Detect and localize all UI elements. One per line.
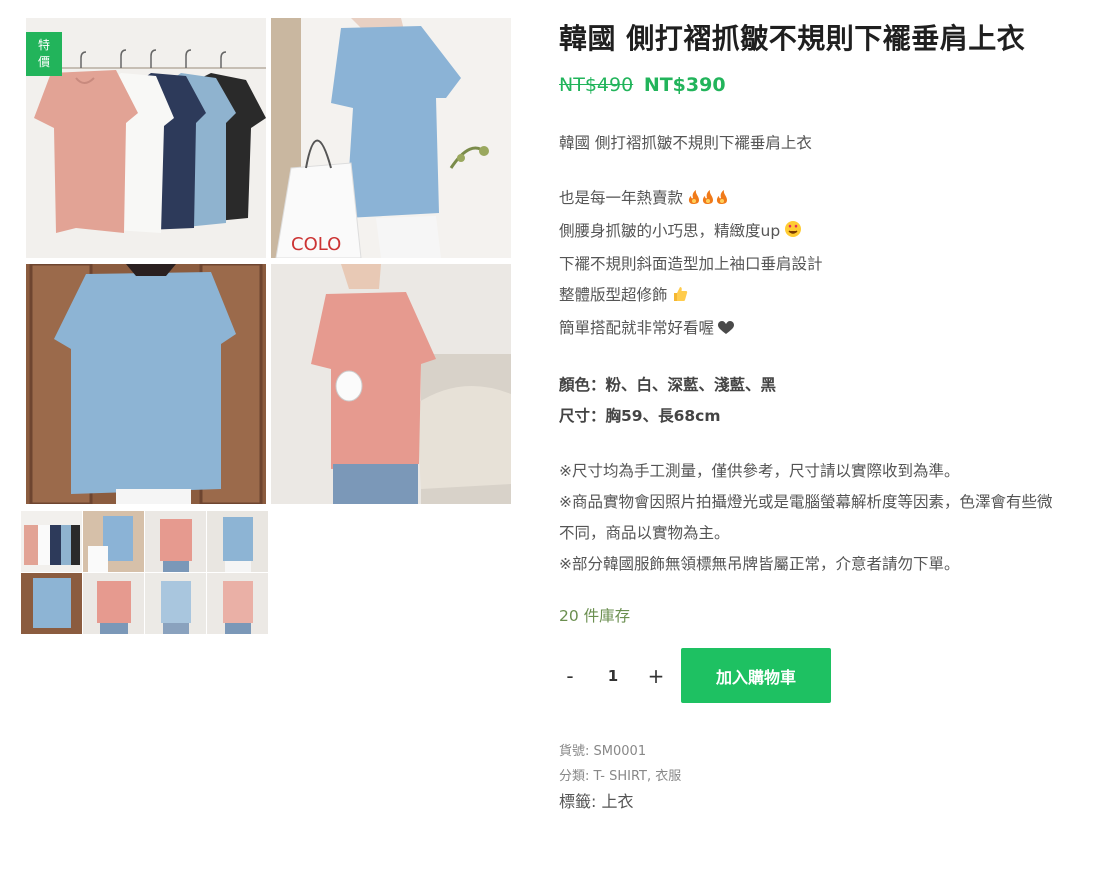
category-row: 分類: T- SHIRT, 衣服 <box>559 764 1059 789</box>
tag-link[interactable]: 上衣 <box>602 792 634 811</box>
product-title: 韓國 側打褶抓皺不規則下襬垂肩上衣 <box>559 22 1026 55</box>
sale-badge-line-1: 特 <box>37 38 50 52</box>
note-1: ※尺寸均為手工測量，僅供參考，尺寸請以實際收到為準。 <box>559 462 960 480</box>
original-price: NT$490 <box>559 74 634 96</box>
product-description: 韓國 側打褶抓皺不規則下襬垂肩上衣 也是每一年熱賣款 側腰身抓皺的小巧思，精緻度… <box>559 128 1059 580</box>
highlight-2: 側腰身抓皺的小巧思，精緻度up <box>559 216 1059 249</box>
highlight-1-text: 也是每一年熱賣款 <box>559 189 684 207</box>
price: NT$490 NT$390 <box>559 74 1059 96</box>
tag-row: 標籤: 上衣 <box>559 789 1059 814</box>
sale-price: NT$390 <box>643 74 726 96</box>
sale-badge: 特 價 <box>26 32 62 76</box>
thumbs-up-icon <box>672 282 688 313</box>
highlight-4-text: 整體版型超修飾 <box>559 286 668 304</box>
size-info: 尺寸：胸59、長68cm <box>559 407 721 425</box>
quantity-input[interactable] <box>593 665 633 686</box>
note-2: ※商品實物會因照片拍攝燈光或是電腦螢幕解析度等因素，色澤會有些微不同，商品以實物… <box>559 493 1053 542</box>
heart-icon <box>718 315 735 346</box>
thumbnail-strip <box>21 511 269 634</box>
thumbnail-2[interactable] <box>83 511 144 572</box>
category-label: 分類: <box>559 769 590 784</box>
heart-eyes-emoji-icon <box>784 218 802 249</box>
category-links[interactable]: T- SHIRT, 衣服 <box>594 769 682 784</box>
product-photo-pink-mug[interactable] <box>271 264 511 504</box>
highlight-3: 下襬不規則斜面造型加上袖口垂肩設計 <box>559 255 823 273</box>
product-photo-hangers[interactable]: 特 價 <box>26 18 266 258</box>
sku-row: 貨號: SM0001 <box>559 739 1059 764</box>
highlight-1: 也是每一年熱賣款 <box>559 183 1059 216</box>
sku-label: 貨號: <box>559 744 590 759</box>
thumbnail-4[interactable] <box>207 511 268 572</box>
thumbnail-5[interactable] <box>21 573 82 634</box>
product-gallery: 特 價 COLO <box>21 18 513 634</box>
svg-text:COLO: COLO <box>291 234 341 255</box>
quantity-plus-button[interactable]: + <box>645 664 667 688</box>
note-3: ※部分韓國服飾無領標無吊牌皆屬正常，介意者請勿下單。 <box>559 555 960 573</box>
add-to-cart-form: - + 加入購物車 <box>559 648 1059 703</box>
product-summary: 韓國 側打褶抓皺不規則下襬垂肩上衣 NT$490 NT$390 韓國 側打褶抓皺… <box>559 18 1059 814</box>
stock-status: 20 件庫存 <box>559 607 631 625</box>
highlight-2-text: 側腰身抓皺的小巧思，精緻度up <box>559 222 781 240</box>
tag-label: 標籤: <box>559 792 597 811</box>
thumbnail-7[interactable] <box>145 573 206 634</box>
product-main-image[interactable]: 特 價 COLO <box>21 18 513 506</box>
thumbnail-8[interactable] <box>207 573 268 634</box>
product-photo-back-view[interactable] <box>26 264 266 504</box>
sale-badge-line-2: 價 <box>37 55 50 69</box>
quantity-stepper: - + <box>559 664 681 688</box>
thumbnail-6[interactable] <box>83 573 144 634</box>
quantity-minus-button[interactable]: - <box>559 664 581 688</box>
highlight-5: 簡單搭配就非常好看喔 <box>559 313 1059 346</box>
thumbnail-1[interactable] <box>21 511 82 572</box>
highlight-5-text: 簡單搭配就非常好看喔 <box>559 319 715 337</box>
thumbnail-3[interactable] <box>145 511 206 572</box>
product-meta: 貨號: SM0001 分類: T- SHIRT, 衣服 標籤: 上衣 <box>559 739 1059 814</box>
sku-value: SM0001 <box>593 744 647 759</box>
desc-intro: 韓國 側打褶抓皺不規則下襬垂肩上衣 <box>559 134 812 152</box>
add-to-cart-button[interactable]: 加入購物車 <box>681 648 831 703</box>
product-photo-blue-tote[interactable]: COLO <box>271 18 511 258</box>
color-options: 顏色：粉、白、深藍、淺藍、黑 <box>559 376 777 394</box>
fire-icon <box>687 185 729 216</box>
highlight-4: 整體版型超修飾 <box>559 280 1059 313</box>
